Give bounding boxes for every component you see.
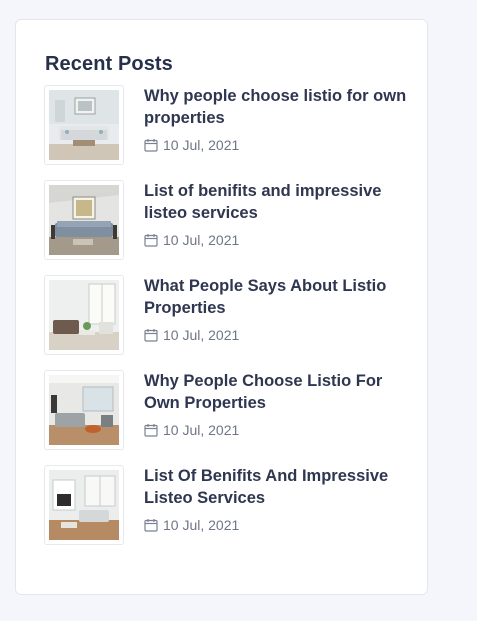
living-room-photo [49,470,119,540]
post-item[interactable]: What People Says About Listio Properties… [44,275,404,357]
living-room-photo [49,185,119,255]
calendar-icon [144,234,158,247]
post-date-text: 10 Jul, 2021 [163,422,240,438]
post-title[interactable]: List Of Benifits And Impressive Listeo S… [144,465,409,509]
calendar-icon [144,139,158,152]
post-date-text: 10 Jul, 2021 [163,137,240,153]
post-date: 10 Jul, 2021 [144,231,239,249]
post-thumbnail[interactable] [44,180,124,260]
post-thumbnail[interactable] [44,370,124,450]
widget-title: Recent Posts [45,53,173,75]
post-title[interactable]: Why people choose listio for own propert… [144,85,409,129]
living-room-photo [49,90,119,160]
post-date-text: 10 Jul, 2021 [163,517,240,533]
living-room-photo [49,375,119,445]
post-date: 10 Jul, 2021 [144,516,239,534]
calendar-icon [144,329,158,342]
post-thumbnail[interactable] [44,465,124,545]
living-room-photo [49,280,119,350]
post-item[interactable]: List of benifits and impressive listeo s… [44,180,404,262]
post-title[interactable]: List of benifits and impressive listeo s… [144,180,409,224]
post-item[interactable]: List Of Benifits And Impressive Listeo S… [44,465,404,547]
post-date-text: 10 Jul, 2021 [163,327,240,343]
post-thumbnail[interactable] [44,275,124,355]
post-title[interactable]: What People Says About Listio Properties [144,275,409,319]
post-date-text: 10 Jul, 2021 [163,232,240,248]
post-date: 10 Jul, 2021 [144,136,239,154]
calendar-icon [144,424,158,437]
post-title[interactable]: Why People Choose Listio For Own Propert… [144,370,409,414]
post-date: 10 Jul, 2021 [144,421,239,439]
calendar-icon [144,519,158,532]
post-thumbnail[interactable] [44,85,124,165]
post-item[interactable]: Why People Choose Listio For Own Propert… [44,370,404,452]
recent-posts-widget: Recent Posts Why people choose listio fo… [15,19,428,595]
post-item[interactable]: Why people choose listio for own propert… [44,85,406,167]
post-date: 10 Jul, 2021 [144,326,239,344]
